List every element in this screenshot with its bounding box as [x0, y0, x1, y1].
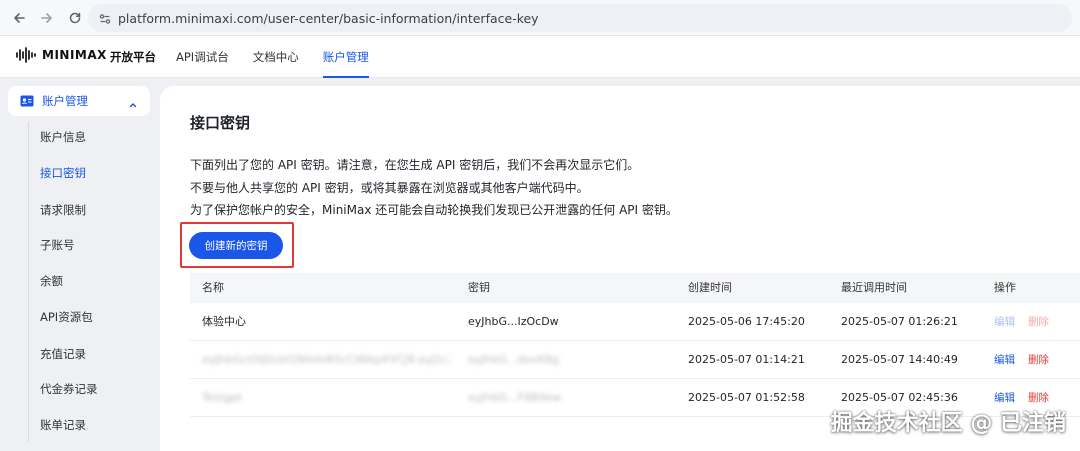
- description-line-2: 不要与他人共享您的 API 密钥，或将其暴露在浏览器或其他客户端代码中。: [190, 181, 589, 195]
- main-content: 接口密钥 下面列出了您的 API 密钥。请注意，在您生成 API 密钥后，我们不…: [160, 86, 1080, 451]
- cell-key: eyJhbG...F9BXew: [468, 391, 562, 404]
- header-created: 创建时间: [688, 281, 732, 294]
- app-header: MINIMAX 开放平台 API调试台 文档中心 账户管理: [0, 36, 1080, 78]
- top-nav-docs[interactable]: 文档中心: [253, 36, 299, 78]
- header-name: 名称: [202, 281, 224, 294]
- cell-last-used: 2025-05-07 01:26:21: [841, 315, 958, 328]
- sidebar-item-api-keys[interactable]: 接口密钥: [40, 165, 86, 181]
- sidebar-item-rate-limits[interactable]: 请求限制: [40, 202, 86, 218]
- browser-toolbar: platform.minimaxi.com/user-center/basic-…: [0, 0, 1080, 36]
- cell-created: 2025-05-07 01:52:58: [688, 391, 805, 404]
- page-title: 接口密钥: [190, 114, 251, 132]
- header-last-used: 最近调用时间: [841, 281, 907, 294]
- header-key: 密钥: [468, 281, 490, 294]
- address-bar[interactable]: platform.minimaxi.com/user-center/basic-…: [88, 4, 1072, 32]
- sidebar-item-voucher-records[interactable]: 代金券记录: [40, 381, 98, 397]
- delete-button[interactable]: 删除: [1028, 303, 1049, 341]
- cell-name: eyJhbGciOiJSUzI1NiIsInR5cCI6IkpXVCJ9.eyJ…: [202, 353, 450, 366]
- url-text: platform.minimaxi.com/user-center/basic-…: [118, 10, 539, 26]
- sidebar-item-account-info[interactable]: 账户信息: [40, 129, 86, 145]
- sidebar-item-resource-packs[interactable]: API资源包: [40, 309, 93, 325]
- sidebar-group-label: 账户管理: [42, 94, 88, 108]
- forward-arrow-icon[interactable]: [36, 7, 58, 29]
- reload-icon[interactable]: [64, 7, 86, 29]
- edit-button[interactable]: 编辑: [994, 341, 1015, 379]
- create-key-button[interactable]: 创建新的密钥: [189, 232, 283, 259]
- cell-name: 体验中心: [202, 315, 246, 328]
- logo-text: MINIMAX: [42, 48, 107, 62]
- cell-key: eyJhbG...IzOcDw: [468, 315, 559, 328]
- sidebar-item-billing-records[interactable]: 账单记录: [40, 417, 86, 433]
- sidebar-item-balance[interactable]: 余额: [40, 273, 63, 289]
- table-header: 名称 密钥 创建时间 最近调用时间 操作: [190, 273, 1080, 303]
- description-line-1: 下面列出了您的 API 密钥。请注意，在您生成 API 密钥后，我们不会再次显示…: [190, 158, 640, 172]
- cell-created: 2025-05-07 01:14:21: [688, 353, 805, 366]
- back-arrow-icon[interactable]: [8, 7, 30, 29]
- api-keys-table: 名称 密钥 创建时间 最近调用时间 操作 体验中心 eyJhbG...IzOcD…: [190, 273, 1080, 417]
- top-nav: API调试台 文档中心 账户管理: [176, 36, 393, 78]
- description-line-3: 为了保护您帐户的安全，MiniMax 还可能会自动轮换我们发现已公开泄露的任何 …: [190, 203, 678, 217]
- id-card-icon: [20, 92, 34, 111]
- top-nav-account[interactable]: 账户管理: [322, 36, 369, 78]
- sidebar-divider: [28, 122, 29, 442]
- site-settings-icon[interactable]: [98, 11, 112, 30]
- cell-created: 2025-05-06 17:45:20: [688, 315, 805, 328]
- sidebar-item-sub-accounts[interactable]: 子账号: [40, 237, 75, 253]
- cell-name: Testgpt: [202, 391, 242, 404]
- watermark: 掘金技术社区 @ 已注销: [830, 411, 1066, 436]
- chevron-up-icon[interactable]: [128, 95, 138, 114]
- cell-last-used: 2025-05-07 14:40:49: [841, 353, 958, 366]
- sidebar-item-recharge-records[interactable]: 充值记录: [40, 346, 86, 362]
- table-row: eyJhbGciOiJSUzI1NiIsInR5cCI6IkpXVCJ9.eyJ…: [190, 341, 1080, 379]
- sidebar-group-account[interactable]: 账户管理: [8, 86, 150, 116]
- header-actions: 操作: [994, 281, 1016, 294]
- minimax-logo[interactable]: MINIMAX: [16, 47, 107, 63]
- sidebar: 账户管理 账户信息 接口密钥 请求限制 子账号 余额 API资源包 充值记录 代…: [0, 78, 160, 451]
- edit-button[interactable]: 编辑: [994, 303, 1015, 341]
- waveform-logo-icon: [16, 47, 36, 63]
- cell-key: eyJhbG...dovK8g: [468, 353, 559, 366]
- platform-name[interactable]: 开放平台: [110, 49, 156, 65]
- delete-button[interactable]: 删除: [1028, 341, 1049, 379]
- top-nav-api-console[interactable]: API调试台: [176, 36, 229, 78]
- table-row: 体验中心 eyJhbG...IzOcDw 2025-05-06 17:45:20…: [190, 303, 1080, 341]
